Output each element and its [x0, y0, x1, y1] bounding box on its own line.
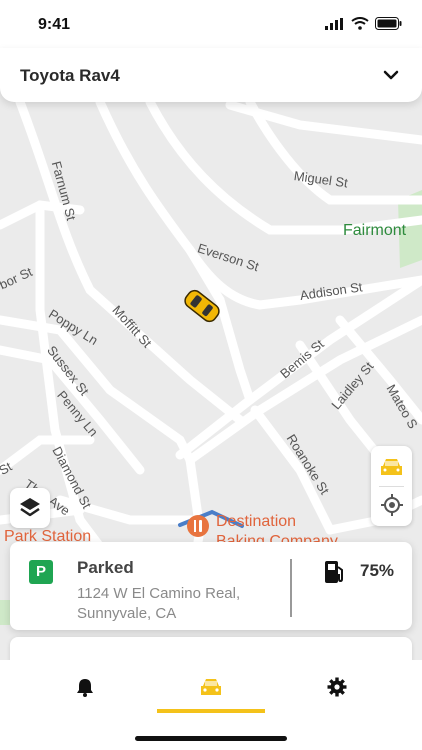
map-layers-button[interactable] [10, 488, 50, 528]
cellular-signal-icon [325, 17, 343, 30]
active-tab-indicator [157, 709, 265, 713]
restaurant-pin-icon[interactable] [186, 514, 210, 538]
parked-address: 1124 W El Camino Real, Sunnyvale, CA [77, 585, 241, 622]
status-title: Parked [77, 558, 134, 577]
fuel-pump-icon [325, 561, 343, 583]
map-side-controls [371, 446, 412, 526]
status-bar: 9:41 [0, 0, 422, 48]
poi-label: Fairmont [343, 222, 407, 239]
vehicle-status-card[interactable]: P Parked 1124 W El Camino Real, Sunnyval… [10, 542, 412, 630]
fuel-level: 75% [360, 561, 395, 580]
my-location-icon[interactable] [381, 494, 403, 516]
bell-icon [77, 679, 93, 697]
battery-icon [375, 17, 402, 30]
locate-car-icon[interactable] [379, 456, 404, 478]
chevron-down-icon[interactable] [382, 67, 400, 83]
gear-icon [327, 677, 347, 697]
car-icon [201, 679, 221, 695]
home-indicator [135, 736, 287, 741]
parking-icon: P [29, 560, 53, 584]
vehicle-selector[interactable]: Toyota Rav4 [0, 48, 422, 102]
wifi-icon [351, 17, 369, 30]
poi-label: Destination [216, 513, 297, 530]
tab-vehicle[interactable] [141, 660, 281, 714]
car-marker-icon[interactable] [178, 286, 226, 326]
status-time: 9:41 [38, 16, 71, 33]
layers-icon [20, 498, 40, 517]
card-divider [290, 559, 292, 617]
tab-notifications[interactable] [15, 660, 155, 714]
tab-settings[interactable] [267, 660, 407, 714]
vehicle-name: Toyota Rav4 [20, 66, 120, 85]
